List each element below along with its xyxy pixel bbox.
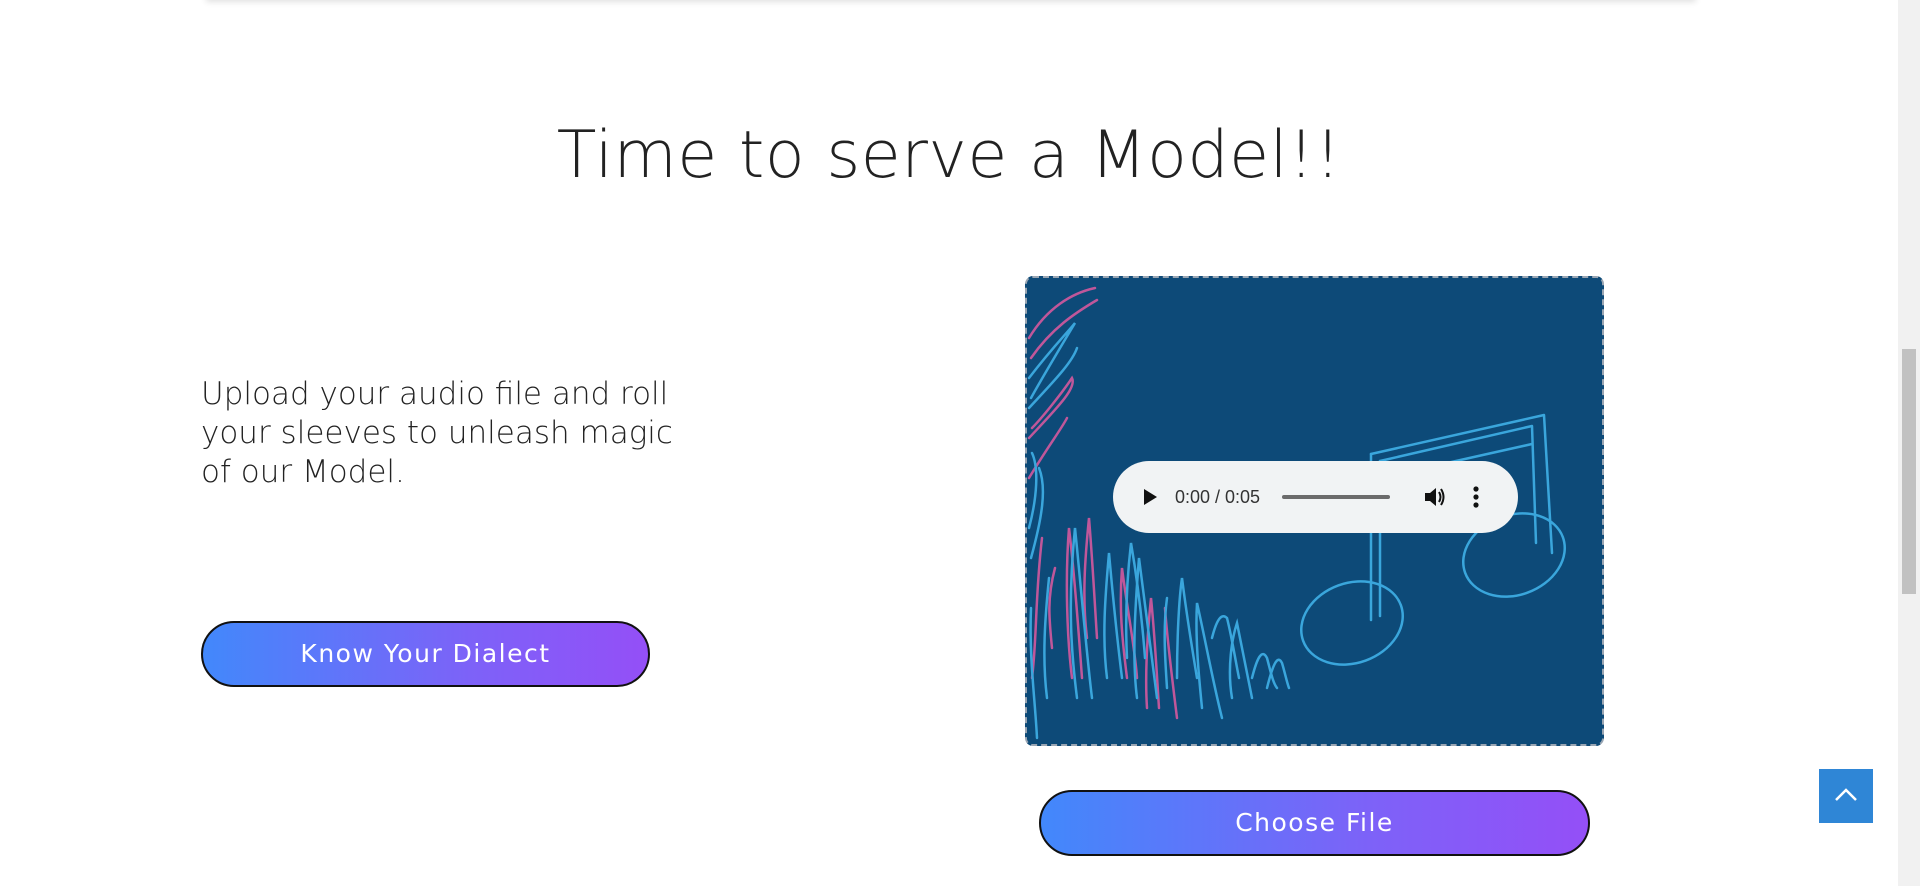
know-your-dialect-button[interactable]: Know Your Dialect (201, 621, 650, 687)
audio-player[interactable]: 0:00 / 0:05 (1113, 461, 1518, 533)
vertical-scrollbar[interactable] (1898, 0, 1920, 886)
scrollbar-thumb[interactable] (1902, 349, 1916, 594)
audio-time-display: 0:00 / 0:05 (1175, 486, 1261, 507)
more-vertical-icon[interactable] (1466, 484, 1486, 510)
section-title: Time to serve a Model!! (556, 118, 1342, 193)
audio-upload-preview: 0:00 / 0:05 (1025, 276, 1604, 746)
play-icon[interactable] (1137, 484, 1163, 510)
volume-icon[interactable] (1422, 484, 1448, 510)
choose-file-button[interactable]: Choose File (1039, 790, 1590, 856)
audio-progress-slider[interactable] (1282, 495, 1391, 499)
section-description: Upload your audio file and roll your sle… (201, 376, 673, 490)
back-to-top-button[interactable] (1819, 769, 1873, 823)
chevron-up-icon (1834, 787, 1858, 806)
page: Time to serve a Model!! Upload your audi… (0, 0, 1920, 886)
